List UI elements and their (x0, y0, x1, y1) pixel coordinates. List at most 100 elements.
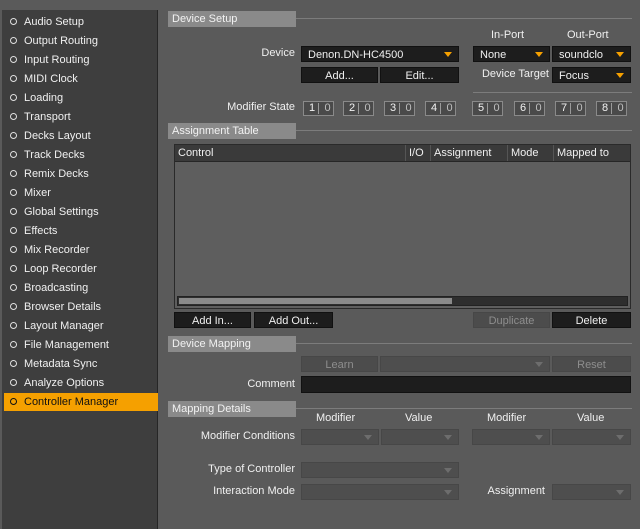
chevron-down-icon (616, 435, 624, 440)
chevron-down-icon (444, 490, 452, 495)
column-header[interactable]: Mode (507, 145, 553, 161)
assignment-table-header: Assignment Table (168, 123, 296, 139)
edit-device-button[interactable]: Edit... (380, 67, 459, 83)
device-target-label: Device Target (481, 68, 549, 80)
type-of-controller-label: Type of Controller (208, 463, 295, 475)
sidebar-item[interactable]: Analyze Options (4, 374, 158, 392)
modifier-value: 0 (493, 102, 500, 114)
modifier-state-box: 40 (425, 101, 456, 116)
bullet-icon (10, 227, 17, 234)
sidebar-item[interactable]: Layout Manager (4, 317, 158, 335)
bullet-icon (10, 113, 17, 120)
sidebar-item-label: Analyze Options (24, 377, 105, 389)
column-header[interactable]: Control (175, 145, 405, 161)
sidebar-item[interactable]: Mixer (4, 184, 158, 202)
sidebar-item-label: Mixer (24, 187, 51, 199)
modifier-separator (440, 103, 441, 114)
bullet-icon (10, 379, 17, 386)
sidebar-item[interactable]: Transport (4, 108, 158, 126)
condition-2-modifier-dropdown[interactable] (472, 429, 550, 445)
modifier-state-box: 60 (514, 101, 545, 116)
condition-1-value-dropdown[interactable] (381, 429, 459, 445)
sidebar-item-label: Loading (24, 92, 64, 104)
in-port-dropdown[interactable]: None (473, 46, 550, 62)
sidebar-item[interactable]: Input Routing (4, 51, 158, 69)
bullet-icon (10, 208, 17, 215)
learn-mode-dropdown[interactable] (380, 356, 550, 372)
sidebar-item-label: Browser Details (24, 301, 102, 313)
learn-button[interactable]: Learn (301, 356, 378, 372)
sidebar-item[interactable]: Broadcasting (4, 279, 158, 297)
sidebar-item[interactable]: Browser Details (4, 298, 158, 316)
sidebar-item[interactable]: Metadata Sync (4, 355, 158, 373)
add-in-button[interactable]: Add In... (174, 312, 251, 328)
device-setup-header: Device Setup (168, 11, 296, 27)
sidebar-item[interactable]: File Management (4, 336, 158, 354)
add-out-button[interactable]: Add Out... (254, 312, 333, 328)
mapping-details-header: Mapping Details (168, 401, 296, 417)
assignment-dropdown[interactable] (552, 484, 631, 500)
modifier-value: 0 (535, 102, 542, 114)
bullet-icon (10, 37, 17, 44)
modifier-state-box: 50 (472, 101, 503, 116)
comment-label: Comment (247, 378, 295, 390)
modifier-separator (570, 103, 571, 114)
duplicate-button[interactable]: Duplicate (473, 312, 550, 328)
table-header-row: Control I/O Assignment Mode Mapped to (175, 145, 630, 162)
section-divider (296, 130, 632, 131)
device-dropdown[interactable]: Denon.DN-HC4500 (301, 46, 459, 62)
bullet-icon (10, 322, 17, 329)
sidebar-item[interactable]: Loop Recorder (4, 260, 158, 278)
modifier-separator (358, 103, 359, 114)
bullet-icon (10, 398, 17, 405)
out-port-value: soundclo (559, 49, 604, 61)
column-header[interactable]: I/O (405, 145, 430, 161)
chevron-down-icon (535, 435, 543, 440)
sidebar-item-label: Audio Setup (24, 16, 84, 28)
section-divider (296, 408, 632, 409)
condition-2-value-dropdown[interactable] (552, 429, 631, 445)
chevron-down-icon (364, 435, 372, 440)
sidebar-item[interactable]: Output Routing (4, 32, 158, 50)
sidebar-item[interactable]: Track Decks (4, 146, 158, 164)
sidebar-item[interactable]: Mix Recorder (4, 241, 158, 259)
column-header[interactable]: Mapped to (553, 145, 630, 161)
column-header[interactable]: Assignment (430, 145, 507, 161)
modifier-state-box: 80 (596, 101, 627, 116)
comment-field[interactable] (301, 376, 631, 393)
sidebar-item[interactable]: Controller Manager (4, 393, 158, 411)
bullet-icon (10, 341, 17, 348)
interaction-mode-dropdown[interactable] (301, 484, 459, 500)
modifier-column-label: Modifier (487, 412, 527, 424)
add-device-button[interactable]: Add... (301, 67, 378, 83)
bullet-icon (10, 360, 17, 367)
modifier-value: 0 (364, 102, 371, 114)
sidebar-item[interactable]: Global Settings (4, 203, 158, 221)
type-of-controller-dropdown[interactable] (301, 462, 459, 478)
delete-button[interactable]: Delete (552, 312, 631, 328)
sidebar-item[interactable]: Audio Setup (4, 13, 158, 31)
sidebar-item[interactable]: Effects (4, 222, 158, 240)
condition-1-modifier-dropdown[interactable] (301, 429, 379, 445)
device-target-dropdown[interactable]: Focus (552, 67, 631, 83)
sidebar-item[interactable]: Loading (4, 89, 158, 107)
sidebar-item[interactable]: Decks Layout (4, 127, 158, 145)
sidebar-item[interactable]: MIDI Clock (4, 70, 158, 88)
sidebar-item-label: Mix Recorder (24, 244, 90, 256)
assignment-label: Assignment (487, 485, 545, 497)
bullet-icon (10, 18, 17, 25)
sidebar-item[interactable]: Remix Decks (4, 165, 158, 183)
assignment-table[interactable]: Control I/O Assignment Mode Mapped to (174, 144, 631, 309)
horizontal-scrollbar[interactable] (177, 296, 628, 306)
modifier-separator (487, 103, 488, 114)
scrollbar-thumb[interactable] (179, 298, 452, 304)
reset-button[interactable]: Reset (552, 356, 631, 372)
preferences-sidebar: Audio Setup Output Routing Input Routing MI… (2, 10, 158, 529)
chevron-down-icon (444, 468, 452, 473)
modifier-state-label: Modifier State (227, 101, 295, 113)
device-mapping-header: Device Mapping (168, 336, 296, 352)
bullet-icon (10, 303, 17, 310)
sidebar-item-label: Layout Manager (24, 320, 104, 332)
device-label: Device (261, 47, 295, 59)
out-port-dropdown[interactable]: soundclo (552, 46, 631, 62)
